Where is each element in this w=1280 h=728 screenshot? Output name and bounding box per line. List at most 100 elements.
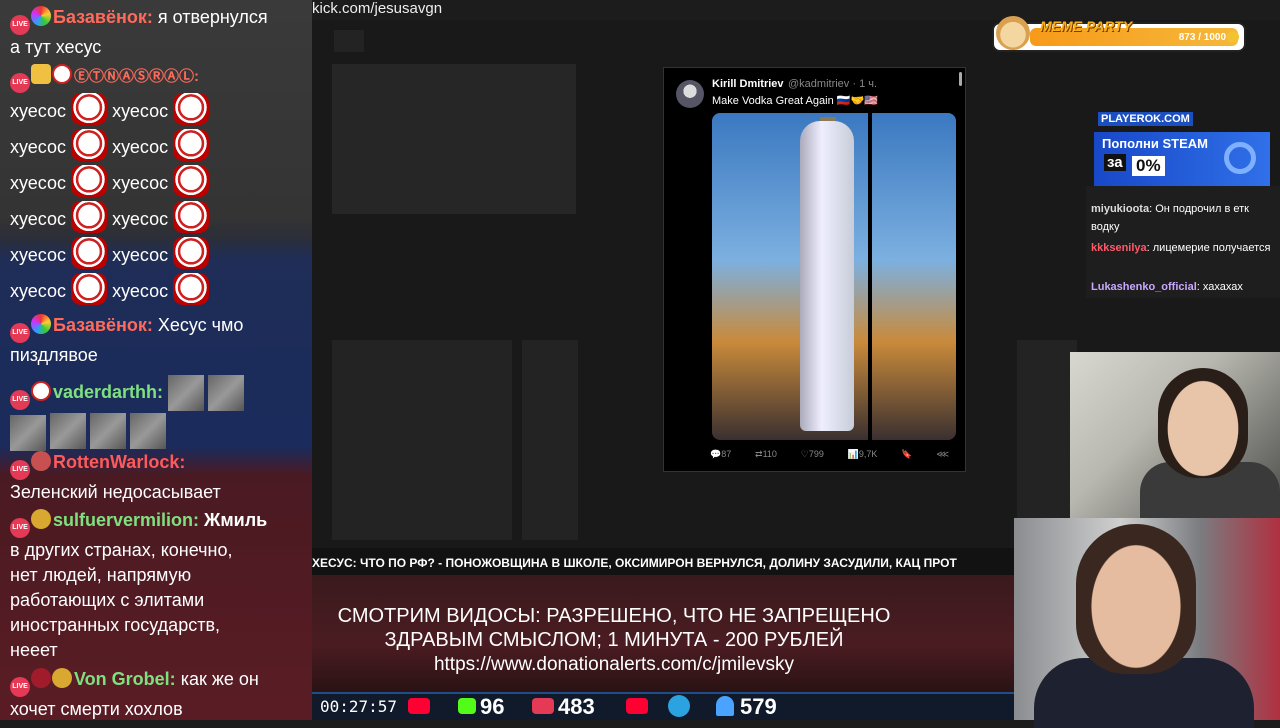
reply-button[interactable]: 💬87: [710, 449, 731, 460]
live-badge-icon: LIVE: [10, 677, 30, 697]
wine-badge-icon: [31, 668, 51, 688]
ghost-card: [522, 340, 578, 540]
tweet-text: Make Vodka Great Again 🇷🇺🤝🇺🇸: [712, 95, 878, 107]
chat-text: : лицемерие получается: [1146, 242, 1271, 254]
image-emote-icon: [130, 413, 166, 449]
avatar[interactable]: [676, 80, 704, 108]
ghost-card: [332, 340, 512, 540]
chat-nick[interactable]: kkksenilya: [1091, 242, 1147, 254]
steam-icon: [1224, 142, 1256, 174]
image-divider: [868, 113, 872, 440]
telegram-icon: [668, 695, 690, 717]
chat-text: хуесос: [112, 281, 169, 301]
tweet-card[interactable]: Kirill Dmitriev @kadmitriev · 1 ч. Make …: [663, 67, 966, 472]
live-badge-icon: LIVE: [10, 323, 30, 343]
repost-count: 110: [762, 449, 777, 459]
playerok-text: Пополни STEAM: [1102, 136, 1208, 151]
chat-text: : хахахах: [1196, 281, 1243, 293]
right-chat-panel: miyukioota: Он подрочил в етк водку kkks…: [1086, 186, 1280, 298]
playerok-logo: PLAYEROK.COM: [1098, 112, 1193, 126]
chat-message: kkksenilya: лицемерие получается: [1091, 239, 1276, 257]
streamer-face: [1076, 524, 1196, 674]
chat-nick[interactable]: Базавёнок:: [53, 7, 153, 27]
clown-emote-icon: [173, 165, 210, 197]
chat-nick[interactable]: Lukashenko_official: [1091, 281, 1197, 293]
donation-line: ЗДРАВЫМ СМЫСЛОМ; 1 МИНУТА - 200 РУБЛЕЙ: [384, 629, 844, 651]
total-viewers: 579: [740, 694, 777, 719]
chat-nick[interactable]: sulfuervermilion:: [53, 510, 199, 530]
clown-emote-icon: [71, 165, 108, 197]
live-badge-icon: LIVE: [10, 15, 30, 35]
chat-nick[interactable]: Базавёнок:: [53, 315, 153, 335]
chat-nick[interactable]: miyukioota: [1091, 203, 1149, 215]
gold-badge-icon: [52, 668, 72, 688]
views-button[interactable]: 📊9,7K: [848, 449, 878, 460]
vodka-bottle: [800, 121, 854, 431]
chat-text: как же он: [180, 669, 259, 689]
ghost-banner: [332, 64, 576, 214]
chat-text: работающих с элитами: [10, 590, 205, 610]
bookmark-icon[interactable]: 🔖: [901, 449, 912, 460]
reply-count: 87: [721, 449, 732, 459]
meme-party-count: 873 / 1000: [1178, 32, 1226, 43]
chat-message: LIVE sulfuervermilion: Жмиль в других стр…: [10, 508, 304, 663]
clown-badge-icon: [31, 380, 51, 401]
chat-nick[interactable]: ⒺⓉⓃⒶⓈⓇⒶⓁ:: [74, 68, 199, 85]
chat-text: пиздлявое: [10, 345, 98, 365]
chat-text: хуесос: [10, 209, 67, 229]
stream-stats-bar: 00:27:57 96 483 579: [312, 692, 1014, 720]
chat-text: хуесос: [112, 137, 169, 157]
chat-text: а тут хесус: [10, 37, 102, 57]
chat-text: хуесос: [112, 101, 169, 121]
kick-icon: [458, 698, 476, 714]
news-ticker: ХЕСУС: ЧТО ПО РФ? - ПОНОЖОВЩИНА В ШКОЛЕ,…: [312, 556, 957, 570]
share-icon[interactable]: ⋘: [936, 449, 949, 460]
chat-message: LIVE ⒺⓉⓃⒶⓈⓇⒶⓁ: хуесос хуесос хуесос хуесо…: [10, 63, 304, 309]
image-emote-icon: [50, 413, 86, 449]
guest-webcam: [1070, 352, 1280, 522]
playerok-ad[interactable]: PLAYEROK.COM Пополни STEAM за 0%: [1094, 112, 1270, 186]
guest-face: [1158, 368, 1248, 478]
kick-viewers: 96: [480, 694, 505, 719]
chat-nick[interactable]: RottenWarlock:: [53, 452, 185, 472]
repost-button[interactable]: ⇄110: [755, 449, 777, 460]
tweet-handle: @kadmitriev · 1 ч.: [788, 78, 878, 90]
donation-link[interactable]: https://www.donationalerts.com/c/jmilevs…: [312, 652, 916, 678]
avatar-badge-icon: [31, 451, 51, 471]
ghost-logo: [334, 30, 364, 52]
chat-message: LIVE vaderdarthh:: [10, 375, 304, 451]
live-badge-icon: LIVE: [10, 518, 30, 538]
chat-message: LIVE Von Grobel: как же он хочет смерти х…: [10, 667, 304, 720]
clown-emote-icon: [173, 129, 210, 161]
donation-line: СМОТРИМ ВИДОСЫ: РАЗРЕШЕНО, ЧТО НЕ ЗАПРЕЩ…: [337, 605, 891, 627]
chat-message: LIVE RottenWarlock: Зеленский недосасывае…: [10, 450, 304, 505]
tweet-author-name[interactable]: Kirill Dmitriev: [712, 78, 784, 90]
playerok-banner[interactable]: Пополни STEAM за 0%: [1094, 132, 1270, 186]
chat-text: нееет: [10, 640, 58, 660]
clown-emote-icon: [71, 273, 108, 305]
viewers-icon: [716, 696, 734, 716]
live-badge-icon: LIVE: [10, 389, 30, 410]
beer-badge-icon: [31, 64, 51, 84]
chat-panel: LIVE Базавёнок: я отвернулся а тут хесус …: [0, 0, 312, 720]
chat-message: Lukashenko_official: хахахах: [1091, 278, 1276, 296]
chat-nick[interactable]: vaderdarthh:: [53, 382, 163, 402]
chat-nick[interactable]: Von Grobel:: [74, 669, 176, 689]
clown-emote-icon: [173, 237, 210, 269]
chat-message: LIVE Базавёнок: Хесус чмо пиздлявое: [10, 313, 304, 368]
image-emote-icon: [168, 375, 205, 411]
chat-text: нет людей, напрямую: [10, 565, 192, 585]
chat-text: хуесос: [112, 245, 169, 265]
chat-text: хуесос: [10, 101, 67, 121]
chat-text: Зеленский недосасывает: [10, 482, 221, 502]
chat-text: хочет смерти хохлов: [10, 699, 183, 719]
ghost-card: [1017, 340, 1077, 540]
chat-text: Жмиль: [204, 510, 268, 530]
meme-party-widget: MEME PARTY 873 / 1000: [992, 16, 1246, 52]
like-button[interactable]: ♡799: [801, 449, 824, 460]
scrollbar[interactable]: [959, 72, 962, 86]
clown-emote-icon: [71, 129, 108, 161]
rainbow-badge-icon: [31, 314, 51, 334]
tweet-image[interactable]: [712, 113, 956, 440]
rainbow-badge-icon: [31, 6, 51, 26]
